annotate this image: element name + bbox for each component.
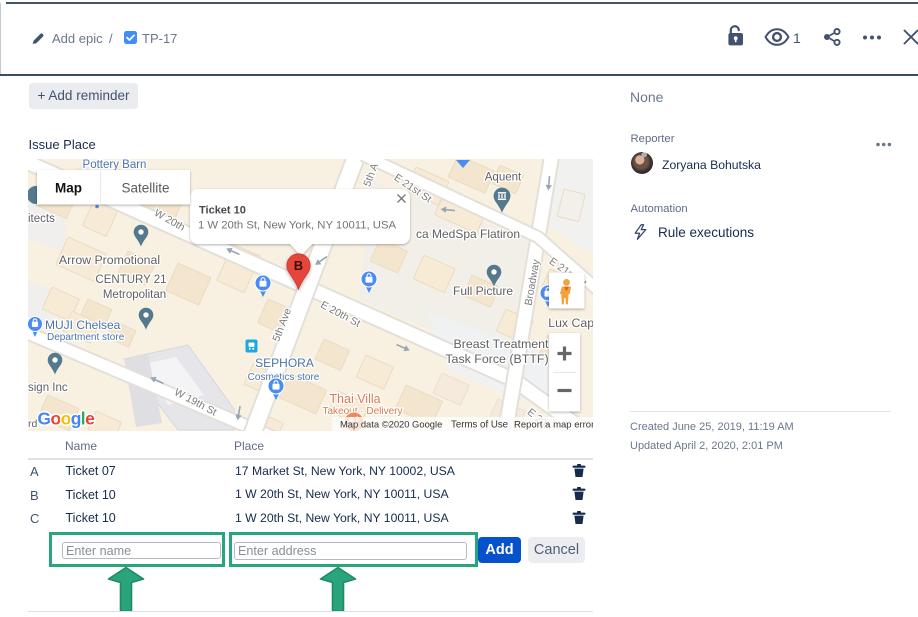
- svg-text:Arrow Promotional: Arrow Promotional: [59, 253, 160, 267]
- svg-text:Thai Villa: Thai Villa: [329, 392, 380, 406]
- svg-text:Satellite: Satellite: [121, 181, 169, 196]
- svg-text:Takeout · Delivery: Takeout · Delivery: [322, 406, 402, 417]
- svg-text:Breast Treatment: Breast Treatment: [453, 337, 549, 351]
- svg-text:Report a map error: Report a map error: [514, 420, 593, 431]
- svg-text:itects: itects: [28, 213, 55, 225]
- svg-text:Task Force (BTTF): Task Force (BTTF): [445, 352, 548, 366]
- svg-text:SEPHORA: SEPHORA: [255, 356, 314, 370]
- svg-text:Google: Google: [38, 409, 96, 429]
- svg-text:Ticket 10: Ticket 10: [199, 205, 246, 217]
- svg-text:rd: rd: [28, 418, 37, 430]
- svg-text:Full Picture: Full Picture: [453, 284, 513, 298]
- svg-text:CENTURY 21: CENTURY 21: [95, 274, 166, 286]
- svg-text:ca MedSpa Flatiron: ca MedSpa Flatiron: [416, 227, 520, 241]
- svg-text:B: B: [294, 258, 303, 273]
- svg-text:MUJI Chelsea: MUJI Chelsea: [45, 318, 121, 332]
- svg-text:Map: Map: [55, 181, 82, 196]
- svg-text:Aquent: Aquent: [485, 172, 522, 184]
- svg-text:Lux Capital: Lux Capital: [548, 316, 593, 330]
- svg-text:sign Inc: sign Inc: [28, 382, 68, 394]
- svg-text:Cosmetics store: Cosmetics store: [248, 372, 320, 383]
- svg-text:Pottery Barn: Pottery Barn: [83, 159, 147, 171]
- svg-text:Terms of Use: Terms of Use: [451, 420, 508, 431]
- svg-text:Department store: Department store: [47, 332, 125, 343]
- svg-text:Metropolitan: Metropolitan: [103, 289, 166, 301]
- svg-text:1 W 20th St, New York, NY 1001: 1 W 20th St, New York, NY 10011, USA: [198, 220, 396, 232]
- svg-text:Map data ©2020 Google: Map data ©2020 Google: [340, 419, 442, 430]
